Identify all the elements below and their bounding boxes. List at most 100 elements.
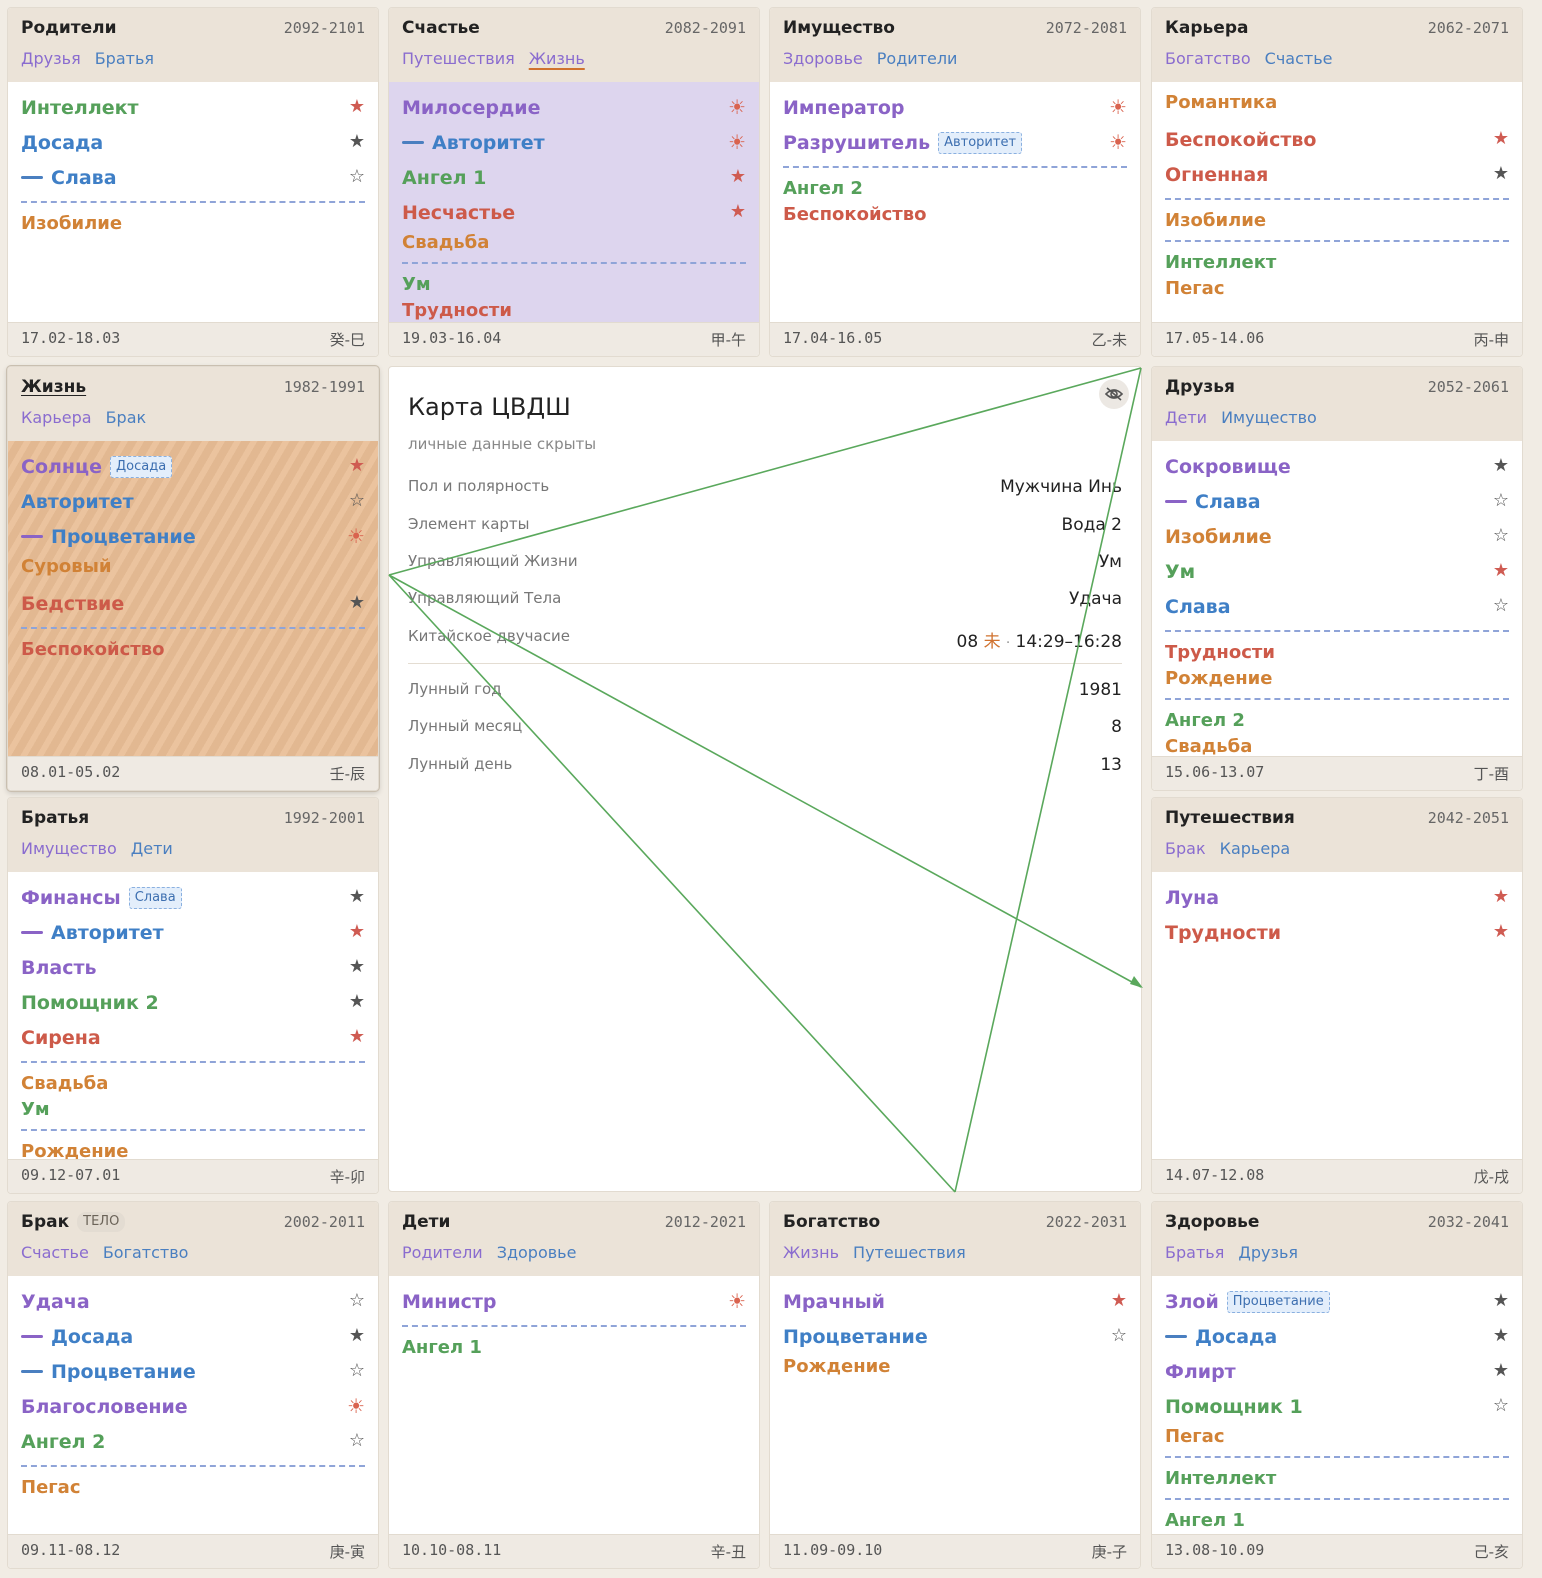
palace-name[interactable]: Богатство bbox=[783, 1212, 880, 1232]
palace-p0[interactable]: Родители 2092-2101 Друзья Братья Интеллект ★ Д… bbox=[7, 7, 379, 357]
hide-data-button[interactable] bbox=[1099, 379, 1129, 409]
star-row[interactable]: Мрачный ★ bbox=[783, 1284, 1127, 1319]
mutagen-badge: Досада bbox=[110, 455, 173, 478]
star-row[interactable]: Авторитет ☆ bbox=[21, 484, 365, 519]
palace-p6[interactable]: Братья 1992-2001 Имущество Дети Финансы Слава… bbox=[7, 797, 379, 1194]
palace-link[interactable]: Счастье bbox=[21, 1243, 89, 1262]
palace-link[interactable]: Жизнь bbox=[783, 1243, 839, 1262]
star-row[interactable]: Луна ★ bbox=[1165, 880, 1509, 915]
palace-p5[interactable]: Друзья 2052-2061 Дети Имущество Сокровище ★ Сл… bbox=[1151, 366, 1523, 791]
palace-link[interactable]: Путешествия bbox=[402, 49, 515, 68]
palace-p4[interactable]: Жизнь 1982-1991 Карьера Брак Солнце Досада ★ Ав… bbox=[7, 366, 379, 791]
star-row[interactable]: Авторитет ☀ bbox=[402, 125, 746, 160]
star-row[interactable]: Несчастье ★ bbox=[402, 195, 746, 230]
palace-p11[interactable]: Здоровье 2032-2041 Братья Друзья Злой Процвет… bbox=[1151, 1201, 1523, 1569]
palace-link[interactable]: Имущество bbox=[1221, 408, 1317, 427]
palace-p8[interactable]: Брак ТЕЛО 2002-2011 Счастье Богатство Удача ☆ Д… bbox=[7, 1201, 379, 1569]
star-row[interactable]: Солнце Досада ★ bbox=[21, 449, 365, 484]
star-row[interactable]: Ангел 2 ☆ bbox=[21, 1424, 365, 1459]
palace-links: Карьера Брак bbox=[21, 408, 146, 427]
chart-title: Карта ЦВДШ bbox=[408, 393, 571, 421]
palace-link[interactable]: Братья bbox=[1165, 1243, 1224, 1262]
star-row[interactable]: Министр ☀ bbox=[402, 1284, 746, 1319]
star-row[interactable]: Слава ☆ bbox=[1165, 484, 1509, 519]
palace-link[interactable]: Карьера bbox=[1220, 839, 1291, 858]
palace-name[interactable]: Родители bbox=[21, 18, 117, 38]
star-name: Авторитет bbox=[51, 921, 164, 944]
palace-p10[interactable]: Богатство 2022-2031 Жизнь Путешествия Мрачны… bbox=[769, 1201, 1141, 1569]
star-row[interactable]: Слава ☆ bbox=[1165, 589, 1509, 624]
palace-p9[interactable]: Дети 2012-2021 Родители Здоровье Министр ☀ Анг… bbox=[388, 1201, 760, 1569]
star-row[interactable]: Император ☀ bbox=[783, 90, 1127, 125]
star-row[interactable]: Власть ★ bbox=[21, 950, 365, 985]
star-row[interactable]: Сокровище ★ bbox=[1165, 449, 1509, 484]
star-row[interactable]: Трудности ★ bbox=[1165, 915, 1509, 950]
palace-p2[interactable]: Имущество 2072-2081 Здоровье Родители Импера… bbox=[769, 7, 1141, 357]
palace-p1[interactable]: Счастье 2082-2091 Путешествия Жизнь Милосерд… bbox=[388, 7, 760, 357]
star-row[interactable]: Милосердие ☀ bbox=[402, 90, 746, 125]
dashed-separator bbox=[21, 1061, 365, 1063]
star-row[interactable]: Досада ★ bbox=[21, 1319, 365, 1354]
star-row[interactable]: Ум ★ bbox=[1165, 554, 1509, 589]
palace-name[interactable]: Карьера bbox=[1165, 18, 1248, 38]
star-row[interactable]: Разрушитель Авторитет ☀ bbox=[783, 125, 1127, 160]
star-row[interactable]: Флирт ★ bbox=[1165, 1354, 1509, 1389]
star-name: Бедствие bbox=[21, 592, 125, 615]
palace-p7[interactable]: Путешествия 2042-2051 Брак Карьера Луна ★ Труд… bbox=[1151, 797, 1523, 1194]
star-row[interactable]: Помощник 2 ★ bbox=[21, 985, 365, 1020]
palace-link[interactable]: Богатство bbox=[1165, 49, 1251, 68]
star-row[interactable]: Ангел 1 ★ bbox=[402, 160, 746, 195]
palace-link[interactable]: Брак bbox=[1165, 839, 1206, 858]
star-row[interactable]: Благословение ☀ bbox=[21, 1389, 365, 1424]
star-row[interactable]: Досада ★ bbox=[1165, 1319, 1509, 1354]
star-row[interactable]: Авторитет ★ bbox=[21, 915, 365, 950]
palace-link[interactable]: Друзья bbox=[1238, 1243, 1298, 1262]
palace-link[interactable]: Карьера bbox=[21, 408, 92, 427]
palace-name[interactable]: Братья bbox=[21, 808, 89, 828]
star-row[interactable]: Злой Процветание ★ bbox=[1165, 1284, 1509, 1319]
star-name: Мрачный bbox=[783, 1290, 885, 1313]
month-range: 17.05-14.06 bbox=[1165, 329, 1265, 347]
sun-icon: ☀ bbox=[1109, 130, 1127, 154]
palace-name[interactable]: Счастье bbox=[402, 18, 480, 38]
palace-link[interactable]: Друзья bbox=[21, 49, 81, 68]
star-row[interactable]: Изобилие ☆ bbox=[1165, 519, 1509, 554]
star-row[interactable]: Процветание ☀ bbox=[21, 519, 365, 554]
palace-link[interactable]: Брак bbox=[106, 408, 147, 427]
star-row[interactable]: Сирена ★ bbox=[21, 1020, 365, 1055]
palace-link[interactable]: Путешествия bbox=[853, 1243, 966, 1262]
palace-p3[interactable]: Карьера 2062-2071 Богатство Счастье Романтик… bbox=[1151, 7, 1523, 357]
palace-link[interactable]: Дети bbox=[1165, 408, 1207, 427]
star-row[interactable]: Помощник 1 ☆ bbox=[1165, 1389, 1509, 1424]
palace-link[interactable]: Здоровье bbox=[497, 1243, 577, 1262]
star-row[interactable]: Процветание ☆ bbox=[783, 1319, 1127, 1354]
palace-link[interactable]: Имущество bbox=[21, 839, 117, 858]
palace-name[interactable]: Дети bbox=[402, 1212, 450, 1232]
palace-name[interactable]: Здоровье bbox=[1165, 1212, 1259, 1232]
month-range: 09.12-07.01 bbox=[21, 1166, 121, 1184]
palace-link[interactable]: Богатство bbox=[103, 1243, 189, 1262]
star-row[interactable]: Беспокойство ★ bbox=[1165, 122, 1509, 157]
palace-name[interactable]: Брак ТЕЛО bbox=[21, 1212, 126, 1232]
mutagen-badge: Авторитет bbox=[938, 131, 1023, 154]
palace-link[interactable]: Здоровье bbox=[783, 49, 863, 68]
star-row[interactable]: Финансы Слава ★ bbox=[21, 880, 365, 915]
star-row[interactable]: Удача ☆ bbox=[21, 1284, 365, 1319]
star-row[interactable]: Бедствие ★ bbox=[21, 586, 365, 621]
palace-link[interactable]: Счастье bbox=[1265, 49, 1333, 68]
palace-name[interactable]: Путешествия bbox=[1165, 808, 1295, 828]
palace-header: Богатство 2022-2031 Жизнь Путешествия bbox=[770, 1202, 1140, 1276]
star-row[interactable]: Слава ☆ bbox=[21, 160, 365, 195]
star-row[interactable]: Огненная ★ bbox=[1165, 157, 1509, 192]
palace-name[interactable]: Друзья bbox=[1165, 377, 1235, 397]
palace-link[interactable]: Родители bbox=[402, 1243, 483, 1262]
palace-name[interactable]: Имущество bbox=[783, 18, 895, 38]
palace-link[interactable]: Братья bbox=[95, 49, 154, 68]
star-row[interactable]: Процветание ☆ bbox=[21, 1354, 365, 1389]
palace-link[interactable]: Жизнь bbox=[529, 49, 585, 68]
palace-link[interactable]: Дети bbox=[131, 839, 173, 858]
palace-link[interactable]: Родители bbox=[877, 49, 958, 68]
palace-name[interactable]: Жизнь bbox=[21, 377, 86, 397]
star-row[interactable]: Досада ★ bbox=[21, 125, 365, 160]
star-row[interactable]: Интеллект ★ bbox=[21, 90, 365, 125]
